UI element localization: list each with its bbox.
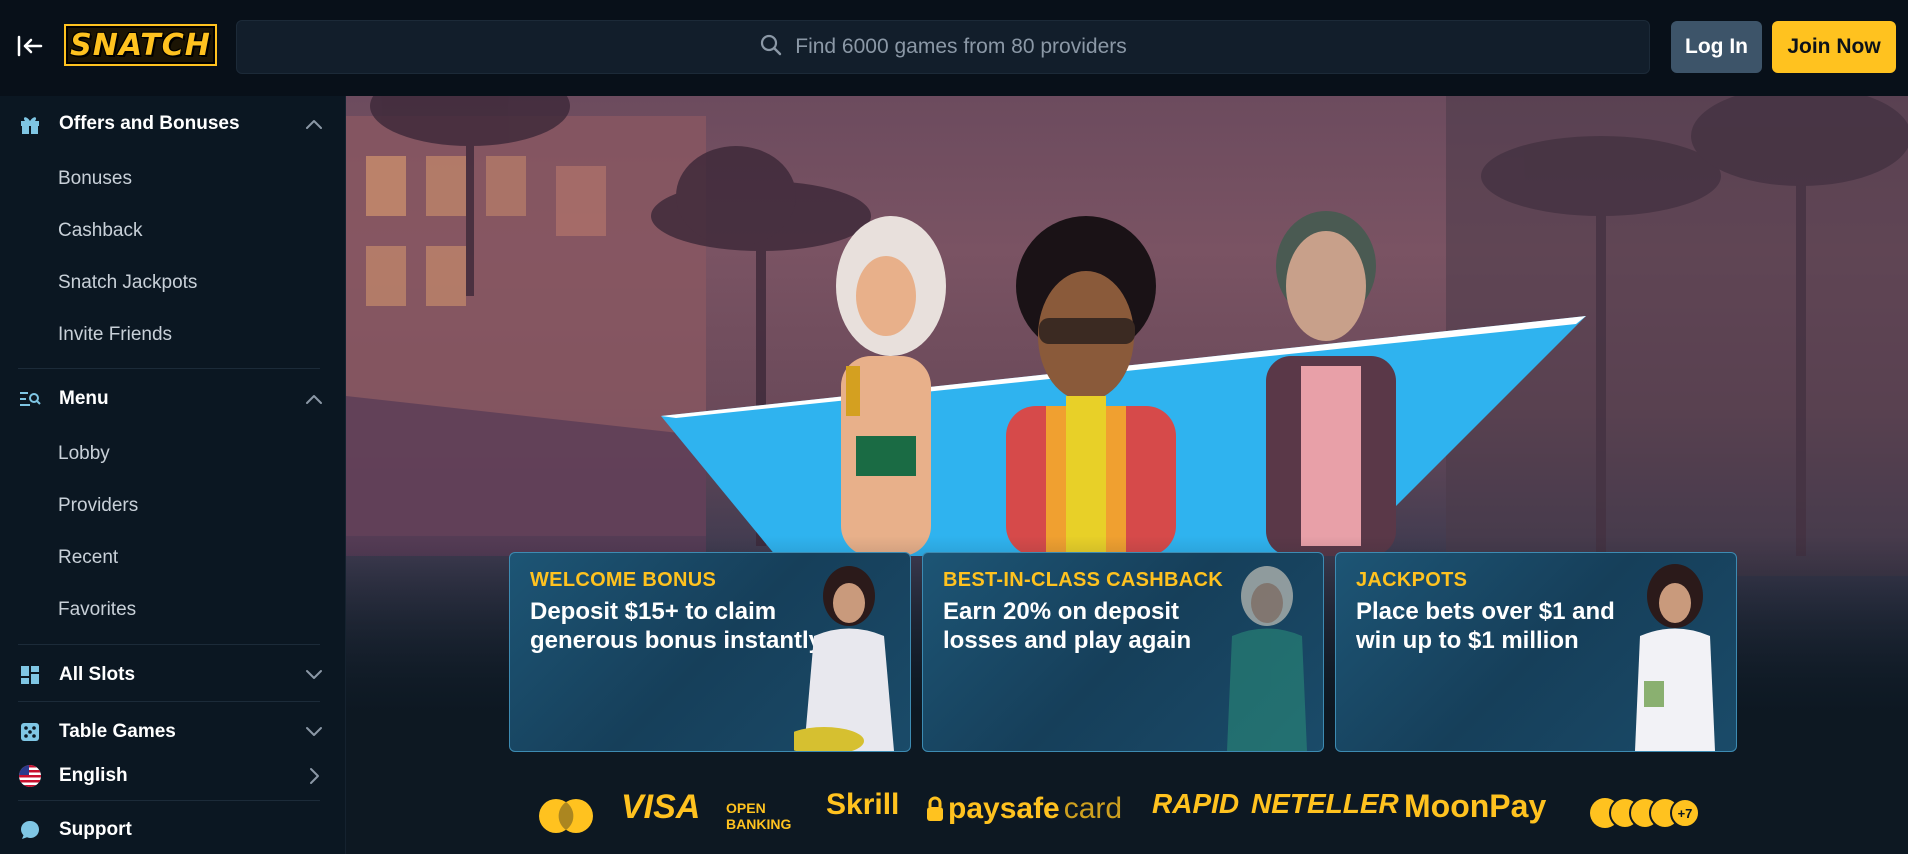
login-button[interactable]: Log In bbox=[1671, 21, 1762, 73]
chevron-down-icon[interactable] bbox=[304, 665, 324, 685]
sidebar-item-providers[interactable]: Providers bbox=[58, 495, 138, 517]
open-banking-line1: OPEN bbox=[726, 800, 766, 816]
promo-card-welcome[interactable]: WELCOME BONUS Deposit $15+ to claim gene… bbox=[509, 552, 911, 752]
promo-card-jackpots[interactable]: JACKPOTS Place bets over $1 and win up t… bbox=[1335, 552, 1737, 752]
paysafe-text: paysafe bbox=[948, 792, 1060, 825]
open-banking-logo: OPEN BANKING bbox=[726, 800, 791, 832]
sidebar-item-invite-friends[interactable]: Invite Friends bbox=[58, 324, 172, 346]
sidebar-item-cashback[interactable]: Cashback bbox=[58, 220, 143, 242]
chevron-up-icon[interactable] bbox=[304, 389, 324, 409]
sidebar-divider bbox=[18, 644, 320, 645]
paysafe-card-text: card bbox=[1063, 792, 1123, 825]
sidebar-divider bbox=[18, 800, 320, 801]
sidebar-item-recent[interactable]: Recent bbox=[58, 547, 118, 569]
promo-description: Deposit $15+ to claim generous bonus ins… bbox=[530, 598, 823, 654]
search-placeholder: Find 6000 games from 80 providers bbox=[795, 35, 1127, 58]
paysafecard-logo: paysafe card bbox=[926, 792, 1122, 826]
snatch-logo[interactable]: SNATCH bbox=[64, 24, 217, 66]
us-flag-icon bbox=[18, 764, 42, 788]
promo-character-image bbox=[1227, 566, 1307, 751]
sidebar-item-favorites[interactable]: Favorites bbox=[58, 599, 136, 621]
chevron-right-icon[interactable] bbox=[304, 766, 324, 786]
sidebar-section-all-slots[interactable]: All Slots bbox=[0, 655, 346, 695]
sidebar-section-offers[interactable]: Offers and Bonuses bbox=[0, 104, 346, 144]
sidebar-item-snatch-jackpots[interactable]: Snatch Jackpots bbox=[58, 272, 197, 294]
logo-text: SNATCH bbox=[70, 27, 211, 63]
crypto-more-badge: +7 bbox=[1670, 798, 1700, 828]
promo-tag: WELCOME BONUS bbox=[530, 569, 717, 591]
crypto-logos: +7 bbox=[1588, 796, 1700, 830]
open-banking-line2: BANKING bbox=[726, 816, 792, 832]
promo-card-cashback[interactable]: BEST-IN-CLASS CASHBACK Earn 20% on depos… bbox=[922, 552, 1324, 752]
neteller-logo: NETELLER bbox=[1251, 788, 1399, 819]
search-icon bbox=[759, 33, 783, 62]
promo-tag: BEST-IN-CLASS CASHBACK bbox=[943, 569, 1223, 591]
sidebar-divider bbox=[18, 701, 320, 702]
chevron-down-icon[interactable] bbox=[304, 722, 324, 742]
sidebar-item-lobby[interactable]: Lobby bbox=[58, 443, 110, 465]
sidebar-section-table-games[interactable]: Table Games bbox=[0, 712, 346, 752]
moonpay-logo: MoonPay bbox=[1404, 788, 1547, 824]
dice-icon bbox=[18, 720, 42, 744]
sidebar-section-menu[interactable]: Menu bbox=[0, 379, 346, 419]
rapid-logo: RAPID bbox=[1152, 788, 1240, 819]
visa-logo: VISA bbox=[621, 788, 701, 826]
skrill-logo: Skrill bbox=[826, 788, 900, 821]
language-selector[interactable]: English bbox=[0, 756, 346, 796]
collapse-sidebar-icon[interactable] bbox=[14, 32, 46, 60]
promo-description: Place bets over $1 and win up to $1 mill… bbox=[1356, 598, 1615, 654]
padlock-icon bbox=[927, 796, 943, 821]
gift-icon bbox=[18, 112, 42, 136]
promo-description: Earn 20% on deposit losses and play agai… bbox=[943, 598, 1192, 654]
search-bar[interactable]: Find 6000 games from 80 providers bbox=[236, 20, 1650, 74]
support-label: Support bbox=[59, 819, 132, 840]
sidebar-divider bbox=[18, 368, 320, 369]
sidebar-section-table-games-label: Table Games bbox=[59, 721, 176, 742]
menu-search-icon bbox=[18, 387, 42, 411]
language-label: English bbox=[59, 765, 128, 786]
promo-tag: JACKPOTS bbox=[1356, 569, 1468, 591]
main-content: WELCOME BONUS Deposit $15+ to claim gene… bbox=[346, 96, 1908, 854]
join-now-button[interactable]: Join Now bbox=[1772, 21, 1896, 73]
support-link[interactable]: Support bbox=[0, 810, 346, 850]
slots-grid-icon bbox=[18, 663, 42, 687]
sidebar-section-menu-label: Menu bbox=[59, 388, 109, 409]
promo-character-image bbox=[1635, 564, 1715, 751]
sidebar-section-all-slots-label: All Slots bbox=[59, 664, 136, 685]
chat-bubble-icon bbox=[18, 818, 42, 842]
chevron-up-icon[interactable] bbox=[304, 114, 324, 134]
sidebar-item-bonuses[interactable]: Bonuses bbox=[58, 168, 132, 190]
top-header: SNATCH Find 6000 games from 80 providers… bbox=[0, 0, 1908, 96]
promo-character-image bbox=[794, 566, 894, 751]
sidebar: Offers and Bonuses Bonuses Cashback Snat… bbox=[0, 96, 346, 854]
mastercard-logo-icon bbox=[539, 799, 593, 833]
sidebar-section-offers-label: Offers and Bonuses bbox=[59, 113, 240, 134]
